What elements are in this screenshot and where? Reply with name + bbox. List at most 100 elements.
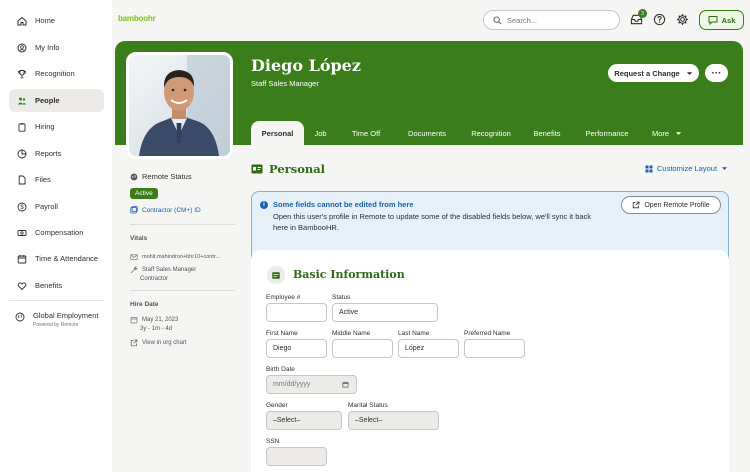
section-title-text: Personal: [269, 162, 326, 176]
wrench-icon: [130, 266, 138, 274]
more-actions-button[interactable]: ···: [705, 64, 728, 82]
request-change-label: Request a Change: [614, 68, 680, 78]
home-icon: [17, 16, 27, 26]
middle-name-field[interactable]: [332, 339, 393, 358]
grid-icon: [645, 165, 653, 172]
birth-date-field[interactable]: mm/dd/yyyy: [266, 375, 357, 394]
tab-performance[interactable]: Performance: [571, 121, 643, 145]
sidebar-item-payroll[interactable]: $ Payroll: [9, 195, 104, 218]
role-text: Staff Sales Manager: [142, 267, 197, 273]
hire-date-text: May 21, 2023: [142, 317, 179, 323]
middle-name-label: Middle Name: [332, 330, 371, 337]
preferred-name-field[interactable]: [464, 339, 525, 358]
sidebar-divider: [9, 300, 104, 301]
people-icon: [17, 96, 27, 106]
gear-icon[interactable]: [675, 12, 689, 26]
sidebar-item-home[interactable]: Home: [9, 9, 104, 32]
tab-more[interactable]: More: [643, 121, 691, 145]
profile-photo[interactable]: [126, 52, 233, 159]
ask-button[interactable]: Ask: [699, 10, 744, 30]
status-label: Status: [332, 294, 351, 301]
avatar: [129, 55, 230, 156]
search-icon: [493, 15, 502, 24]
tab-job[interactable]: Job: [304, 121, 337, 145]
sidebar-item-benefits[interactable]: Benefits: [9, 274, 104, 297]
sidebar-item-recognition[interactable]: Recognition: [9, 62, 104, 85]
vitals-email[interactable]: mohit.mahindroo+bhr10+contr...: [130, 253, 220, 261]
divider: [130, 224, 235, 225]
chevron-down-icon: [686, 71, 692, 75]
heart-icon: [17, 281, 27, 291]
customize-layout-label: Customize Layout: [657, 164, 718, 173]
sidebar-item-global-employment[interactable]: Global Employment Powered by Remote: [15, 311, 98, 328]
open-remote-profile-button[interactable]: Open Remote Profile: [621, 196, 721, 214]
marital-status-select[interactable]: –Select–: [348, 411, 439, 430]
last-name-field[interactable]: López: [398, 339, 459, 358]
sidebar-item-time-attendance[interactable]: Time & Attendance: [9, 247, 104, 270]
tab-label: Benefits: [533, 128, 561, 138]
divider: [130, 290, 235, 291]
tab-label: Recognition: [471, 128, 511, 138]
preferred-name-label: Preferred Name: [464, 330, 511, 337]
sidebar-item-reports[interactable]: Reports: [9, 142, 104, 165]
customize-layout-button[interactable]: Customize Layout: [645, 164, 728, 173]
sidebar-item-files[interactable]: Files: [9, 168, 104, 191]
info-icon: i: [260, 201, 268, 209]
inbox-badge: 3: [638, 9, 647, 18]
tab-label: Time Off: [351, 128, 381, 138]
sidebar-item-compensation[interactable]: Compensation: [9, 221, 104, 244]
org-chart-link[interactable]: View in org chart: [130, 339, 187, 347]
gender-select[interactable]: –Select–: [266, 411, 342, 430]
status-field[interactable]: Active: [332, 303, 438, 322]
tab-benefits[interactable]: Benefits: [523, 121, 571, 145]
globe-icon: [15, 312, 25, 322]
sidebar-item-label: My Info: [35, 43, 60, 52]
birth-date-label: Birth Date: [266, 366, 295, 373]
marital-status-label: Marital Status: [348, 402, 388, 409]
sidebar-item-label: Hiring: [35, 122, 55, 131]
employee-name: Diego López: [251, 56, 361, 75]
sidebar-item-label: Reports: [35, 149, 62, 158]
sidebar-item-my-info[interactable]: My Info: [9, 36, 104, 59]
birth-date-placeholder: mm/dd/yyyy: [273, 381, 311, 388]
contractor-id-link[interactable]: Contractor (CM+) ID: [130, 206, 201, 214]
id-card-icon: [251, 164, 263, 174]
chevron-down-icon: [721, 167, 728, 170]
sidebar-item-people[interactable]: People: [9, 89, 104, 112]
id-card-icon: [267, 266, 285, 284]
sidebar-item-label: Compensation: [35, 228, 84, 237]
topbar: bamboohr Search... 3 Ask: [112, 0, 750, 40]
powered-by-label: Powered by Remote: [33, 322, 79, 328]
vitals-heading: Vitals: [130, 235, 148, 242]
sidebar-item-hiring[interactable]: Hiring: [9, 115, 104, 138]
external-link-icon: [130, 339, 138, 347]
first-name-field[interactable]: Diego: [266, 339, 327, 358]
info-body: Open this user's profile in Remote to up…: [273, 212, 592, 232]
external-link-icon: [633, 201, 640, 209]
tab-time-off[interactable]: Time Off: [337, 121, 395, 145]
calendar-icon: [130, 316, 138, 324]
more-actions-label: ···: [711, 67, 722, 79]
tab-label: More: [651, 128, 670, 138]
search-input[interactable]: Search...: [483, 10, 620, 30]
calendar-icon[interactable]: [342, 381, 349, 388]
bamboohr-logo[interactable]: bamboohr: [118, 14, 156, 23]
calendar-icon: [17, 254, 27, 264]
tab-personal[interactable]: Personal: [251, 121, 304, 145]
person-icon: [17, 43, 27, 53]
tab-label: Documents: [408, 128, 446, 138]
org-chart-text: View in org chart: [142, 340, 187, 346]
tab-documents[interactable]: Documents: [395, 121, 459, 145]
employment-type: Contractor: [140, 276, 169, 282]
tab-recognition[interactable]: Recognition: [459, 121, 523, 145]
basic-information-title: Basic Information: [293, 268, 405, 281]
sidebar: Home My Info Recognition People Hiring R…: [0, 0, 112, 472]
request-change-button[interactable]: Request a Change: [608, 64, 699, 82]
ssn-field[interactable]: [266, 447, 327, 466]
sidebar-item-label: Benefits: [35, 281, 63, 290]
section-title: Personal: [251, 162, 325, 176]
employee-number-field[interactable]: [266, 303, 327, 322]
search-placeholder: Search...: [507, 15, 538, 25]
help-icon[interactable]: [652, 12, 666, 26]
tab-label: Personal: [261, 128, 294, 138]
